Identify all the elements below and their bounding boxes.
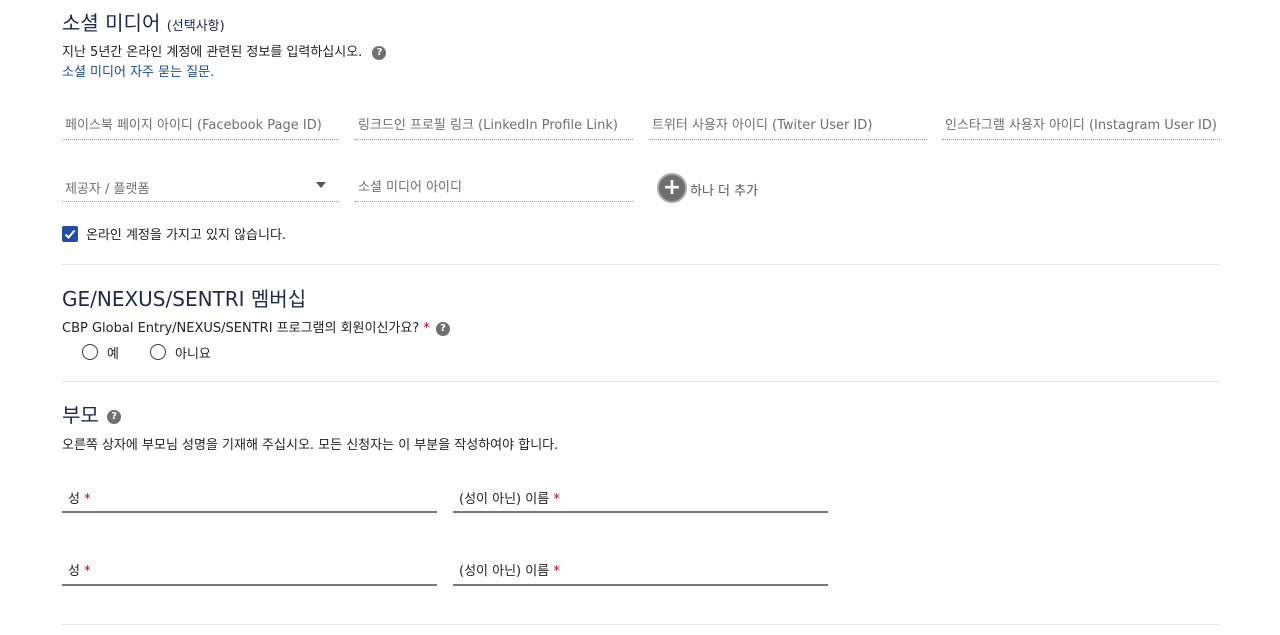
parent2-given-name-label: (성이 아닌) 이름 * [459, 564, 560, 579]
instagram-user-id-field[interactable]: 인스타그램 사용자 아이디 (Instagram User ID) [942, 114, 1220, 140]
section-divider [62, 624, 1220, 625]
no-account-checkbox[interactable] [62, 226, 78, 242]
provider-platform-select[interactable]: 제공자 / 플랫폼 [62, 178, 339, 202]
section-divider [62, 381, 1220, 382]
parent2-surname-field[interactable]: 성 * [62, 560, 437, 586]
required-mark: * [423, 321, 430, 336]
question-icon[interactable]: ? [372, 45, 387, 60]
twitter-user-id-placeholder: 트위터 사용자 아이디 (Twiter User ID) [652, 118, 873, 133]
social-media-subtitle-text: 지난 5년간 온라인 계정에 관련된 정보를 입력하십시오. [62, 45, 363, 60]
ge-no-radio[interactable] [150, 344, 166, 360]
plus-icon[interactable]: + [657, 173, 687, 203]
social-media-subtitle: 지난 5년간 온라인 계정에 관련된 정보를 입력하십시오. ? [62, 41, 387, 60]
linkedin-profile-link-field[interactable]: 링크드인 프로필 링크 (LinkedIn Profile Link) [355, 114, 633, 140]
parent1-given-name-label: (성이 아닌) 이름 * [459, 492, 560, 507]
ge-membership-title: GE/NEXUS/SENTRI 멤버십 [62, 287, 307, 311]
instagram-user-id-placeholder: 인스타그램 사용자 아이디 (Instagram User ID) [945, 118, 1217, 133]
parents-subtitle: 오른쪽 상자에 부모님 성명을 기재해 주십시오. 모든 신청자는 이 부분을 … [62, 438, 559, 453]
parent1-given-name-field[interactable]: (성이 아닌) 이름 * [453, 488, 828, 513]
twitter-user-id-field[interactable]: 트위터 사용자 아이디 (Twiter User ID) [649, 114, 927, 140]
parent1-surname-field[interactable]: 성 * [62, 488, 437, 513]
social-media-faq-link[interactable]: 소셜 미디어 자주 묻는 질문. [62, 61, 214, 80]
ge-yes-radio[interactable] [82, 344, 98, 360]
optional-label: (선택사항) [166, 19, 225, 34]
ge-yes-label: 예 [107, 347, 119, 362]
ge-question-text: CBP Global Entry/NEXUS/SENTRI 프로그램의 회원이신… [62, 321, 420, 336]
provider-platform-placeholder: 제공자 / 플랫폼 [65, 182, 150, 197]
question-icon[interactable]: ? [436, 321, 451, 336]
parent2-given-name-field[interactable]: (성이 아닌) 이름 * [453, 560, 828, 586]
social-media-title-text: 소셜 미디어 [62, 11, 161, 35]
linkedin-profile-link-placeholder: 링크드인 프로필 링크 (LinkedIn Profile Link) [358, 118, 618, 133]
caret-down-icon [316, 182, 326, 188]
social-media-title: 소셜 미디어 (선택사항) [62, 7, 225, 36]
social-media-id-field[interactable]: 소셜 미디어 아이디 [355, 176, 633, 202]
add-more-button[interactable]: 하나 더 추가 [690, 180, 758, 199]
facebook-page-id-field[interactable]: 페이스북 페이지 아이디 (Facebook Page ID) [62, 114, 339, 140]
question-icon[interactable]: ? [107, 409, 122, 424]
no-account-label: 온라인 계정을 가지고 있지 않습니다. [86, 228, 287, 243]
section-divider [62, 264, 1220, 265]
social-media-id-placeholder: 소셜 미디어 아이디 [358, 180, 462, 195]
parents-title-text: 부모 [62, 403, 99, 427]
parent1-surname-label: 성 * [68, 492, 91, 507]
parent2-surname-label: 성 * [68, 564, 91, 579]
facebook-page-id-placeholder: 페이스북 페이지 아이디 (Facebook Page ID) [65, 118, 322, 133]
parents-title: 부모 ? [62, 399, 122, 428]
ge-no-label: 아니요 [175, 347, 211, 362]
check-icon [64, 229, 76, 239]
ge-membership-question: CBP Global Entry/NEXUS/SENTRI 프로그램의 회원이신… [62, 317, 451, 336]
